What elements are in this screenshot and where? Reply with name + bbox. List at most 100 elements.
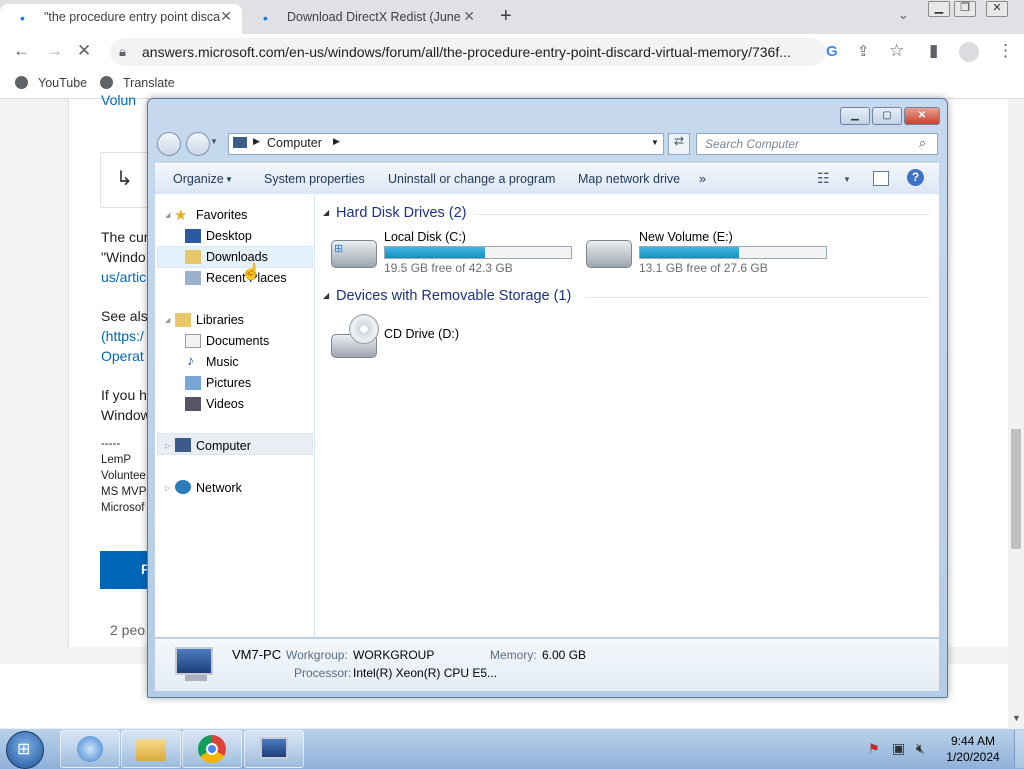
breadcrumb-arrow-icon[interactable]: ▶ [253, 136, 260, 147]
drive-usage-fill [640, 247, 739, 258]
nav-libraries[interactable]: Libraries [196, 313, 244, 327]
group-collapse-icon[interactable]: ◢ [323, 291, 329, 300]
scrollbar-thumb[interactable] [1011, 429, 1021, 549]
collapse-arrow-icon[interactable]: ◢ [165, 316, 170, 324]
globe-icon [100, 76, 113, 89]
view-dropdown-icon[interactable]: ▼ [843, 175, 851, 184]
answer-link[interactable]: Operat [101, 348, 144, 364]
answer-link[interactable]: us/artic [101, 269, 146, 285]
close-tab-icon[interactable]: ✕ [463, 8, 475, 25]
taskbar-ie-button[interactable] [60, 730, 120, 768]
nav-music[interactable]: Music [206, 355, 239, 369]
recent-pages-chevron-icon[interactable]: ▼ [210, 137, 218, 146]
organize-button[interactable]: Organize [173, 172, 224, 186]
new-tab-button[interactable]: + [500, 5, 512, 28]
google-translate-icon[interactable]: G [826, 43, 838, 60]
taskbar-computer-button[interactable] [244, 730, 304, 768]
internet-explorer-icon [77, 736, 103, 762]
expand-arrow-icon[interactable]: ▷ [165, 442, 170, 450]
explorer-close-button[interactable]: ✕ [904, 107, 940, 125]
answer-text: Window [101, 407, 151, 423]
explorer-minimize-button[interactable]: ▁ [840, 107, 870, 125]
organize-dropdown-icon[interactable]: ▼ [225, 175, 233, 184]
drive-d[interactable]: CD Drive (D:) [331, 312, 481, 362]
uninstall-program-button[interactable]: Uninstall or change a program [388, 172, 555, 186]
start-button[interactable]: ⊞ [6, 731, 44, 769]
preview-pane-icon[interactable] [873, 171, 889, 186]
change-view-icon[interactable]: ☷ [817, 170, 830, 187]
stop-loading-icon[interactable]: ✕ [77, 41, 91, 61]
volume-muted-icon[interactable]: 🔇︎ [916, 740, 925, 757]
more-commands-button[interactable]: » [699, 172, 706, 186]
side-panel-icon[interactable]: ▮ [929, 41, 938, 61]
system-properties-button[interactable]: System properties [264, 172, 365, 186]
profile-avatar[interactable] [959, 42, 979, 62]
back-button[interactable] [157, 132, 181, 156]
minimize-button[interactable]: ▁ [928, 1, 950, 17]
restore-button[interactable]: ❐ [954, 1, 976, 17]
reply-arrow-icon[interactable]: ↳ [116, 166, 133, 191]
forward-button[interactable] [186, 132, 210, 156]
clock[interactable]: 9:44 AM 1/20/2024 [944, 733, 1002, 765]
scroll-down-arrow-icon[interactable]: ▼ [1012, 713, 1021, 723]
group-hard-disk-drives[interactable]: Hard Disk Drives (2) [336, 205, 467, 221]
group-removable-storage[interactable]: Devices with Removable Storage (1) [336, 288, 571, 304]
folder-icon [136, 739, 166, 761]
breadcrumb-arrow-icon[interactable]: ▶ [333, 136, 340, 147]
nav-videos[interactable]: Videos [206, 397, 244, 411]
nav-pictures[interactable]: Pictures [206, 376, 251, 390]
nav-network[interactable]: Network [196, 481, 242, 495]
expand-arrow-icon[interactable]: ▷ [165, 484, 170, 492]
answer-link[interactable]: (https:/ [101, 328, 144, 344]
bookmark-star-icon[interactable]: ☆ [889, 41, 904, 61]
drive-e[interactable]: New Volume (E:) 13.1 GB free of 27.6 GB [586, 230, 831, 275]
url-text[interactable]: answers.microsoft.com/en-us/windows/foru… [142, 44, 812, 60]
page-scrollbar[interactable] [1008, 99, 1024, 729]
taskbar-explorer-button[interactable] [121, 730, 181, 768]
collapse-arrow-icon[interactable]: ◢ [165, 211, 170, 219]
close-window-button[interactable]: ✕ [986, 1, 1008, 17]
breadcrumb-computer[interactable]: Computer [267, 136, 322, 150]
lock-icon[interactable]: 🔒︎ [119, 44, 126, 60]
help-icon[interactable]: ? [907, 169, 924, 186]
chrome-menu-icon[interactable]: ⋮ [997, 41, 1014, 61]
taskbar-chrome-button[interactable] [182, 730, 242, 768]
nav-desktop[interactable]: Desktop [206, 229, 252, 243]
bookmark-translate[interactable]: Translate [123, 76, 175, 90]
search-box[interactable]: Search Computer ⌕ [696, 133, 938, 155]
drive-c[interactable]: ⊞ Local Disk (C:) 19.5 GB free of 42.3 G… [331, 230, 576, 275]
group-collapse-icon[interactable]: ◢ [323, 208, 329, 217]
map-network-drive-button[interactable]: Map network drive [578, 172, 680, 186]
volunteer-link[interactable]: Volun [101, 92, 136, 108]
search-icon[interactable]: ⌕ [919, 135, 926, 151]
navigation-pane: ◢ ★ Favorites Desktop Downloads Recent P… [155, 194, 315, 637]
share-icon[interactable]: ⇪ [857, 42, 870, 60]
back-icon[interactable]: ← [13, 41, 30, 61]
network-tray-icon[interactable]: ▣ [892, 740, 905, 757]
tab-procedure-entry-point[interactable]: • "the procedure entry point discard ✕ [0, 4, 242, 34]
refresh-icon[interactable]: ⇄ [668, 133, 690, 155]
drive-usage-fill [385, 247, 486, 258]
disc-icon [349, 314, 379, 344]
forward-icon[interactable]: → [46, 41, 63, 61]
tab-directx-download[interactable]: • Download DirectX Redist (June 2010 ✕ [243, 4, 485, 34]
reply-button[interactable]: F [100, 551, 150, 589]
show-desktop-button[interactable] [1014, 730, 1024, 768]
hard-disk-icon [586, 240, 632, 268]
clock-time: 9:44 AM [950, 734, 996, 748]
signature-line: LemP [101, 454, 132, 466]
group-divider [585, 297, 930, 298]
nav-favorites[interactable]: Favorites [196, 208, 247, 222]
processor-value: Intel(R) Xeon(R) CPU E5... [353, 666, 498, 680]
action-center-icon[interactable]: ⚑ [868, 741, 880, 757]
close-tab-icon[interactable]: ✕ [220, 8, 232, 25]
bookmark-youtube[interactable]: YouTube [38, 76, 87, 90]
tab-label: "the procedure entry point discard [44, 10, 220, 24]
nav-documents[interactable]: Documents [206, 334, 269, 348]
address-dropdown-icon[interactable]: ▼ [651, 138, 659, 147]
explorer-maximize-button[interactable]: ▢ [872, 107, 902, 125]
recent-places-icon [185, 271, 201, 285]
nav-computer[interactable]: Computer [196, 439, 251, 453]
tab-search-chevron-icon[interactable]: ⌄ [898, 7, 909, 23]
explorer-address-bar[interactable]: ▶ Computer ▶ ▼ [228, 133, 664, 155]
